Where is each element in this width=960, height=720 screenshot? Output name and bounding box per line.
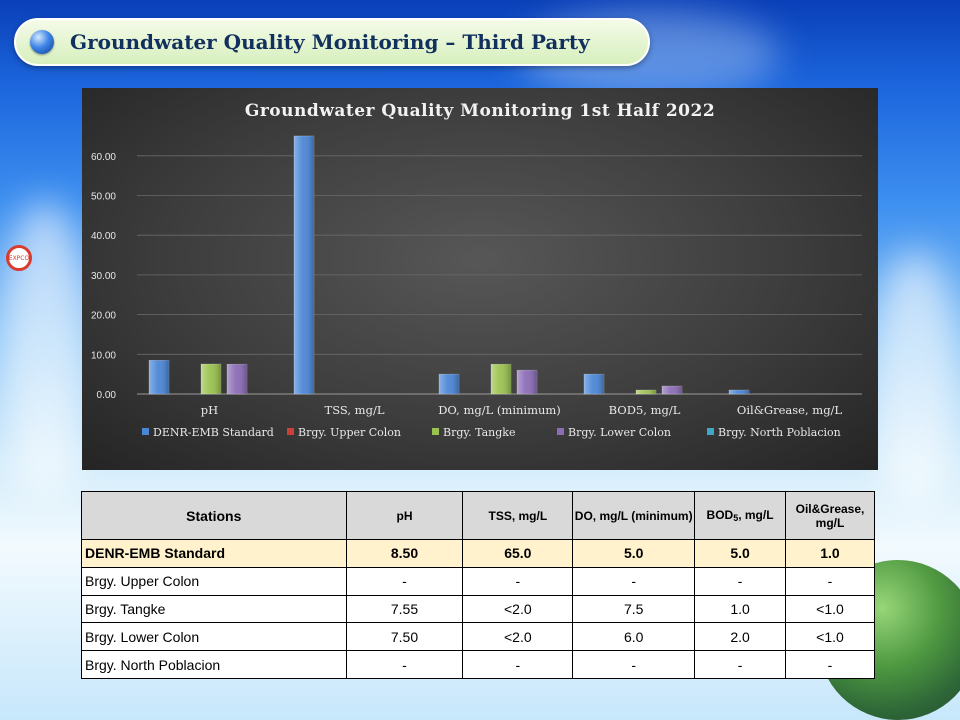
- header-bod-unit: , mg/L: [738, 508, 774, 522]
- legend-swatch: [557, 428, 564, 435]
- bar-highlight: [729, 390, 749, 394]
- header-tss: TSS, mg/L: [462, 491, 574, 540]
- x-category-label: TSS, mg/L: [325, 403, 385, 417]
- header-ph: pH: [345, 491, 464, 540]
- legend-swatch: [142, 428, 149, 435]
- table-cell: 6.0: [572, 622, 696, 652]
- y-tick-label: 40.00: [91, 231, 116, 242]
- bar-highlight: [439, 374, 459, 394]
- legend-swatch: [432, 428, 439, 435]
- chart-title: Groundwater Quality Monitoring 1st Half …: [245, 101, 715, 121]
- table-cell: -: [694, 566, 786, 596]
- background-glow: [870, 250, 960, 510]
- title-banner: Groundwater Quality Monitoring – Third P…: [14, 18, 650, 66]
- table-cell: 65.0: [462, 539, 574, 568]
- table-cell: <1.0: [784, 594, 876, 624]
- table-cell: <2.0: [462, 622, 574, 652]
- logo-text: EXPCO: [8, 254, 30, 262]
- bar-highlight: [201, 364, 221, 394]
- chart-panel: Groundwater Quality Monitoring 1st Half …: [82, 88, 878, 470]
- table-cell: -: [784, 650, 876, 679]
- legend-label: DENR-EMB Standard: [153, 426, 274, 439]
- table-cell: DENR-EMB Standard: [81, 539, 347, 568]
- table-row: DENR-EMB Standard 8.50 65.0 5.0 5.0 1.0: [81, 539, 876, 568]
- slide: Groundwater Quality Monitoring – Third P…: [0, 0, 960, 720]
- y-tick-label: 0.00: [97, 390, 117, 401]
- company-logo: EXPCO: [6, 245, 32, 271]
- bar-highlight: [227, 364, 247, 394]
- table-row: Brgy. Lower Colon 7.50 <2.0 6.0 2.0 <1.0: [81, 622, 876, 652]
- slide-title: Groundwater Quality Monitoring – Third P…: [70, 30, 590, 54]
- table-cell: -: [462, 566, 574, 596]
- bar-highlight: [491, 364, 511, 394]
- y-tick-label: 30.00: [91, 271, 116, 282]
- results-table-panel: Stations pH TSS, mg/L DO, mg/L (minimum)…: [81, 491, 876, 679]
- bullet-orb-icon: [30, 30, 54, 54]
- table-cell: -: [694, 650, 786, 679]
- table-cell: <2.0: [462, 594, 574, 624]
- x-category-label: DO, mg/L (minimum): [438, 403, 561, 417]
- x-category-label: BOD5, mg/L: [609, 403, 681, 417]
- table-cell: <1.0: [784, 622, 876, 652]
- table-cell: 1.0: [694, 594, 786, 624]
- table-header-row: Stations pH TSS, mg/L DO, mg/L (minimum)…: [81, 491, 876, 540]
- bar-highlight: [294, 135, 314, 394]
- table-row: Brgy. Upper Colon - - - - -: [81, 566, 876, 596]
- table-cell: Brgy. Tangke: [81, 594, 347, 624]
- table-cell: -: [784, 566, 876, 596]
- bar-highlight: [517, 370, 537, 394]
- table-cell: Brgy. Lower Colon: [81, 622, 347, 652]
- y-tick-label: 60.00: [91, 152, 116, 163]
- header-oil-grease: Oil&Grease, mg/L: [784, 491, 876, 540]
- legend-swatch: [707, 428, 714, 435]
- table-cell: 7.50: [345, 622, 464, 652]
- bar-highlight: [636, 390, 656, 394]
- header-stations: Stations: [81, 491, 347, 540]
- table-cell: 7.55: [345, 594, 464, 624]
- table-row: Brgy. Tangke 7.55 <2.0 7.5 1.0 <1.0: [81, 594, 876, 624]
- table-cell: 5.0: [572, 539, 696, 568]
- table-cell: 7.5: [572, 594, 696, 624]
- header-bod: BOD5, mg/L: [694, 491, 786, 540]
- table-cell: 1.0: [784, 539, 876, 568]
- table-cell: -: [572, 650, 696, 679]
- bar-highlight: [662, 386, 682, 394]
- legend-label: Brgy. Tangke: [443, 426, 515, 439]
- y-tick-label: 50.00: [91, 192, 116, 203]
- table-cell: -: [345, 566, 464, 596]
- x-category-label: pH: [201, 403, 218, 417]
- legend-label: Brgy. Upper Colon: [298, 426, 401, 439]
- x-category-label: Oil&Grease, mg/L: [737, 403, 843, 417]
- header-bod-text: BOD: [706, 508, 734, 522]
- bar-highlight: [149, 360, 169, 394]
- bar-highlight: [584, 374, 604, 394]
- y-tick-label: 10.00: [91, 350, 116, 361]
- bar-chart: Groundwater Quality Monitoring 1st Half …: [91, 101, 862, 439]
- table-cell: 8.50: [345, 539, 464, 568]
- header-oil-line1: Oil&Grease,: [795, 501, 865, 516]
- table-cell: Brgy. Upper Colon: [81, 566, 347, 596]
- legend-label: Brgy. North Poblacion: [718, 426, 841, 439]
- table-cell: -: [572, 566, 696, 596]
- table-cell: -: [345, 650, 464, 679]
- header-do: DO, mg/L (minimum): [572, 491, 696, 540]
- table-cell: 2.0: [694, 622, 786, 652]
- legend-label: Brgy. Lower Colon: [568, 426, 671, 439]
- results-table: Stations pH TSS, mg/L DO, mg/L (minimum)…: [81, 491, 876, 679]
- legend-swatch: [287, 428, 294, 435]
- header-oil-line2: mg/L: [815, 515, 845, 530]
- table-row: Brgy. North Poblacion - - - - -: [81, 650, 876, 679]
- y-tick-label: 20.00: [91, 311, 116, 322]
- table-cell: 5.0: [694, 539, 786, 568]
- table-cell: Brgy. North Poblacion: [81, 650, 347, 679]
- table-cell: -: [462, 650, 574, 679]
